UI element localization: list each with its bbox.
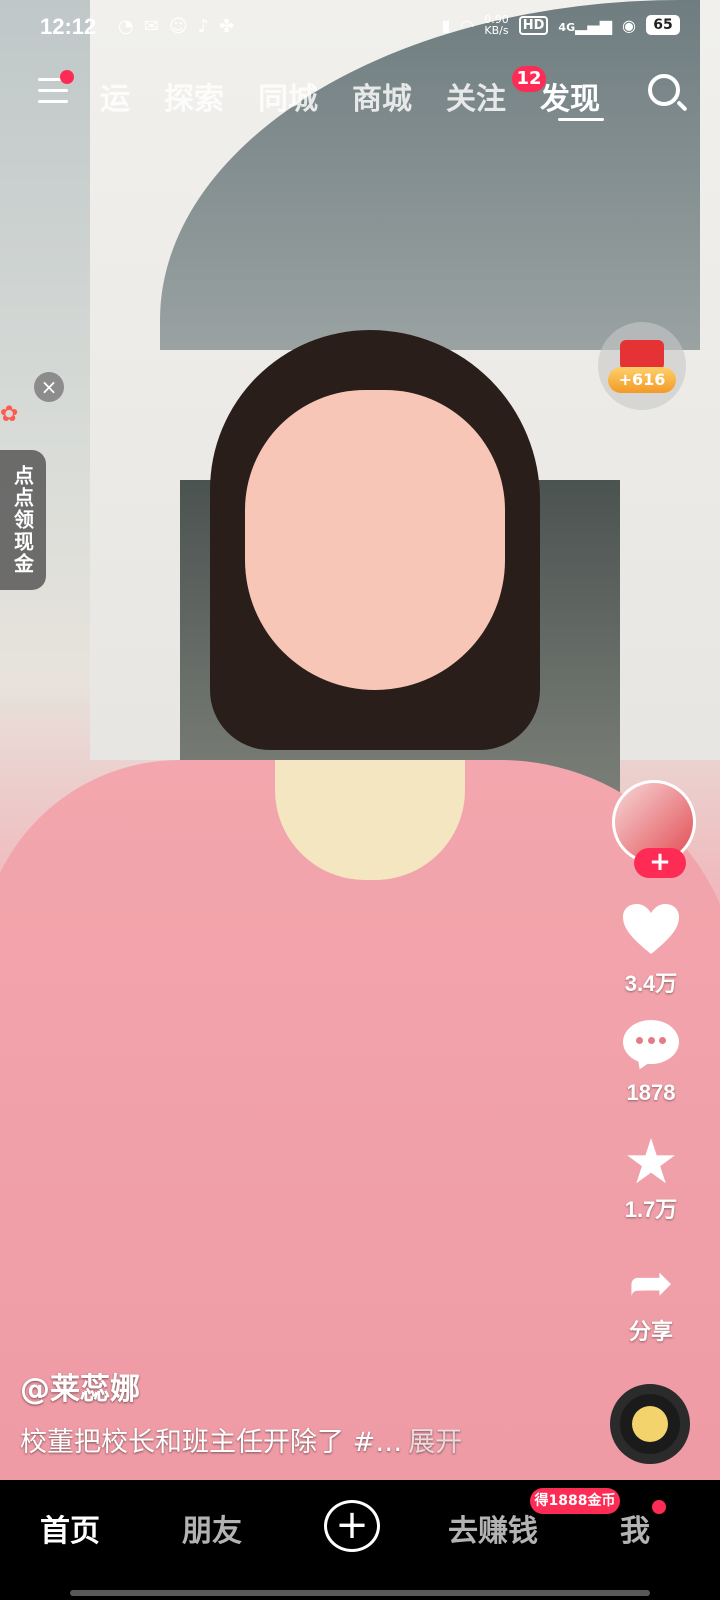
like-button[interactable]: 3.4万 — [606, 902, 696, 998]
caption-text: 校董把校长和班主任开除了 #… — [20, 1427, 403, 1458]
status-time: 12:12 — [40, 14, 97, 39]
mail-icon: ✉ — [143, 16, 159, 37]
video-caption: 校董把校长和班主任开除了 #… 展开 — [20, 1420, 462, 1459]
fan-icon: ✤ — [219, 16, 235, 37]
music-disc[interactable] — [610, 1384, 690, 1464]
nav-me[interactable]: 我 — [620, 1506, 650, 1550]
favorite-button[interactable]: ★ 1.7万 — [606, 1125, 696, 1224]
bottom-nav: 首页 朋友 + 去赚钱 得1888金币 我 — [0, 1480, 720, 1600]
close-icon[interactable]: × — [34, 372, 64, 402]
signal-icon: 4G▂▄▆ — [558, 15, 613, 35]
nav-home[interactable]: 首页 — [40, 1506, 100, 1550]
status-bar: 12:12 ◔ ✉ ☺ ♪ ✤ ▮ ◠ 0.90 KB/s HD 4G▂▄▆ ◉… — [0, 0, 720, 56]
red-packet-widget[interactable]: +616 — [598, 322, 686, 410]
music-cover-icon — [632, 1406, 668, 1442]
share-label: 分享 — [628, 1319, 673, 1344]
speed-icon: ◠ — [460, 15, 475, 35]
wifi-icon: ◉ — [622, 15, 636, 35]
heart-icon — [623, 904, 679, 954]
home-indicator — [70, 1590, 650, 1596]
favorite-count: 1.7万 — [624, 1197, 678, 1222]
side-promo[interactable]: × ✿ 点点领现金 — [0, 372, 64, 592]
vibrate-icon: ▮ — [441, 15, 451, 35]
comment-button[interactable]: 1878 — [606, 1020, 696, 1106]
earn-coin-badge: 得1888金币 — [530, 1488, 620, 1514]
mascot-icon: ✿ — [0, 402, 19, 427]
tab-yun[interactable]: 运 — [100, 74, 130, 118]
nav-earn[interactable]: 去赚钱 — [448, 1506, 538, 1550]
battery-icon: 65 — [646, 15, 680, 35]
star-icon: ★ — [623, 1125, 679, 1198]
menu-notification-dot — [60, 70, 74, 84]
signal-label: 4G — [558, 20, 576, 34]
me-notification-dot — [652, 1500, 666, 1514]
create-button[interactable]: + — [324, 1500, 380, 1552]
network-speed: 0.90 KB/s — [484, 13, 509, 37]
share-icon: ➦ — [628, 1251, 674, 1314]
tab-discover[interactable]: 发现 — [540, 74, 600, 118]
follow-button[interactable]: + — [634, 848, 686, 878]
tab-explore[interactable]: 探索 — [164, 74, 224, 118]
person-face — [245, 390, 505, 690]
tab-local[interactable]: 同城 — [258, 74, 318, 118]
app-icon: ☺ — [168, 16, 188, 37]
active-tab-indicator — [558, 118, 604, 121]
comment-count: 1878 — [626, 1080, 676, 1105]
author-name[interactable]: @莱蕊娜 — [20, 1364, 140, 1408]
tab-mall[interactable]: 商城 — [352, 74, 412, 118]
status-notification-icons: ◔ ✉ ☺ ♪ ✤ — [118, 16, 234, 37]
red-envelope-icon — [620, 340, 664, 370]
tab-following[interactable]: 关注 — [446, 74, 506, 118]
share-button[interactable]: ➦ 分享 — [606, 1256, 696, 1346]
top-nav: 运 探索 同城 商城 关注 12 发现 — [0, 66, 720, 122]
expand-link[interactable]: 展开 — [408, 1427, 462, 1458]
like-count: 3.4万 — [624, 971, 678, 996]
comment-icon — [622, 1020, 680, 1074]
status-right-icons: ▮ ◠ 0.90 KB/s HD 4G▂▄▆ ◉ 65 — [441, 14, 680, 36]
music-icon: ♪ — [197, 16, 210, 37]
red-packet-coins: +616 — [608, 367, 676, 393]
hd-icon: HD — [518, 15, 549, 35]
app-icon: ◔ — [118, 16, 134, 37]
search-icon[interactable] — [648, 74, 680, 106]
promo-label: 点点领现金 — [0, 450, 46, 590]
nav-friends[interactable]: 朋友 — [182, 1506, 242, 1550]
